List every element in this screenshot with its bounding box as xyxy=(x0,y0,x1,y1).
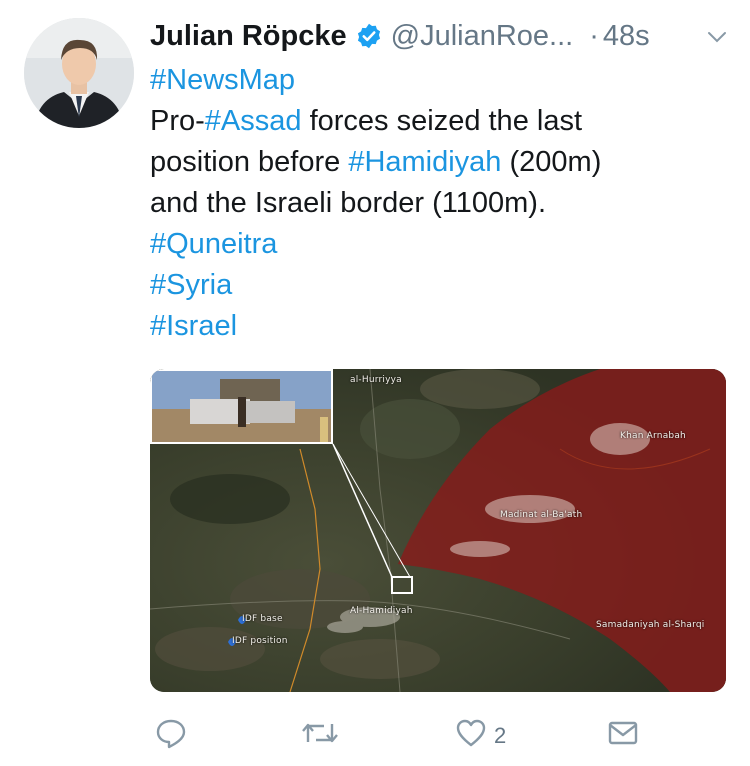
reply-button[interactable] xyxy=(154,716,188,755)
chevron-down-icon[interactable] xyxy=(704,24,730,50)
hashtag-link[interactable]: #Hamidiyah xyxy=(348,146,501,178)
author-name[interactable]: Julian Röpcke xyxy=(150,20,347,53)
tweet-text-line: #Syria xyxy=(150,265,730,306)
tweet-actions: 2 xyxy=(150,716,730,752)
retweet-icon xyxy=(300,716,340,755)
map-label-samadaniyah: Samadaniyah al-Sharqi xyxy=(596,620,705,630)
verified-badge-icon xyxy=(355,22,383,50)
like-count: 2 xyxy=(494,722,507,748)
heart-icon xyxy=(454,716,488,755)
map-label-hamidiyah: Al-Hamidiyah xyxy=(350,606,413,616)
avatar[interactable] xyxy=(24,18,134,128)
tweet-text-line: position before #Hamidiyah (200m) xyxy=(150,142,730,183)
tweet-text-segment: Pro- xyxy=(150,105,205,137)
timestamp[interactable]: 48s xyxy=(603,20,650,53)
tweet-text-line: Pro-#Assad forces seized the last xyxy=(150,101,730,142)
tweet-text-segment: (200m) xyxy=(501,146,602,178)
retweet-button[interactable] xyxy=(300,716,340,755)
reply-icon xyxy=(154,716,188,755)
tweet-text-segment: and the Israeli border (1100m). xyxy=(150,187,547,219)
separator-dot: · xyxy=(589,19,599,52)
tweet-text: #NewsMap Pro-#Assad forces seized the las… xyxy=(150,60,730,347)
hashtag-link[interactable]: #NewsMap xyxy=(150,64,295,96)
tweet-text-segment: position before xyxy=(150,146,349,178)
tweet-header: Julian Röpcke @JulianRoe... · 48s xyxy=(150,14,730,58)
map-label-idf-position: IDF position xyxy=(232,636,288,646)
tweet-text-segment: forces seized the last xyxy=(301,105,583,137)
map-label-idf-base: IDF base xyxy=(242,614,283,624)
map-label-madinat: Madinat al-Ba'ath xyxy=(500,510,583,520)
direct-message-button[interactable] xyxy=(606,716,640,755)
author-handle[interactable]: @JulianRoe... xyxy=(391,20,574,53)
tweet-text-line: #NewsMap xyxy=(150,60,730,101)
tweet-text-line: and the Israeli border (1100m). xyxy=(150,183,730,224)
hashtag-link[interactable]: #Quneitra xyxy=(150,228,277,260)
avatar-image xyxy=(24,18,134,128)
envelope-icon xyxy=(606,716,640,755)
tweet-text-line: #Quneitra xyxy=(150,224,730,265)
tweet-text-line: #Israel xyxy=(150,306,730,347)
hashtag-link[interactable]: #Israel xyxy=(150,310,237,342)
tweet-media-map[interactable]: al-Hurriyya Khan Arnabah Madinat al-Ba'a… xyxy=(150,369,726,692)
hashtag-link[interactable]: #Assad xyxy=(205,105,302,137)
like-button[interactable]: 2 xyxy=(454,716,506,755)
hashtag-link[interactable]: #Syria xyxy=(150,269,232,301)
map-label-khan-arnabah: Khan Arnabah xyxy=(620,431,686,441)
map-label-hurriyya: al-Hurriyya xyxy=(350,375,402,385)
